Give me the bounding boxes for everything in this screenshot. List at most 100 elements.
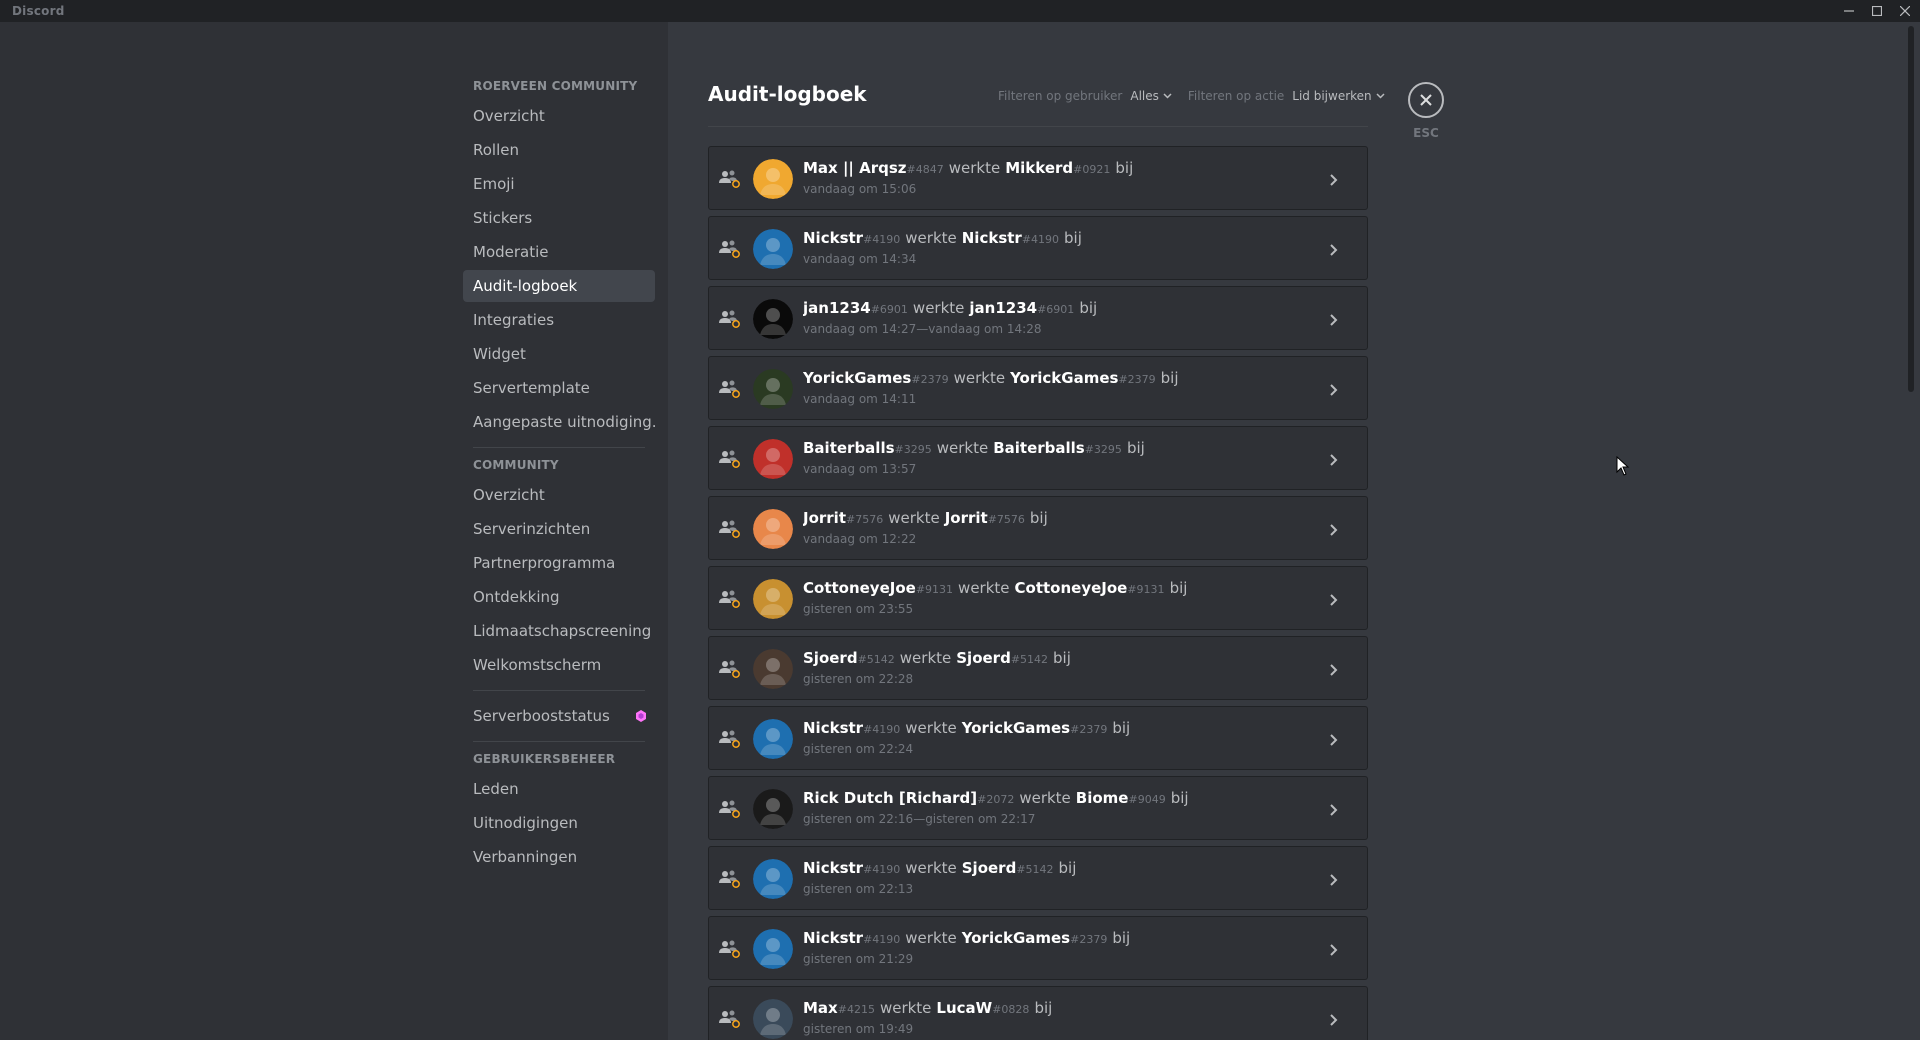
member-update-icon	[719, 590, 740, 608]
audit-log-entry[interactable]: Nickstr#4190 werkte Sjoerd#5142 bij gisteren…	[708, 846, 1368, 910]
target-name[interactable]: Mikkerd	[1005, 159, 1073, 177]
actor-name[interactable]: Nickstr	[803, 229, 863, 247]
sidebar-item-partnerprogramma[interactable]: Partnerprogramma	[463, 547, 655, 579]
avatar[interactable]	[753, 299, 793, 339]
target-name[interactable]: YorickGames	[962, 929, 1070, 947]
avatar[interactable]	[753, 579, 793, 619]
actor-name[interactable]: Max || Arqsz	[803, 159, 907, 177]
avatar[interactable]	[753, 719, 793, 759]
audit-log-entry[interactable]: jan1234#6901 werkte jan1234#6901 bij vandaag…	[708, 286, 1368, 350]
avatar[interactable]	[753, 859, 793, 899]
actor-name[interactable]: Nickstr	[803, 929, 863, 947]
chevron-right-icon[interactable]	[1329, 452, 1339, 466]
avatar[interactable]	[753, 999, 793, 1039]
sidebar-item-servertemplate[interactable]: Servertemplate	[463, 372, 655, 404]
chevron-right-icon[interactable]	[1329, 242, 1339, 256]
sidebar-item-verbanningen[interactable]: Verbanningen	[463, 841, 655, 873]
chevron-right-icon[interactable]	[1329, 592, 1339, 606]
action-suffix: bij	[1079, 299, 1098, 317]
avatar[interactable]	[753, 929, 793, 969]
action-suffix: bij	[1064, 229, 1082, 247]
audit-log-entry[interactable]: YorickGames#2379 werkte YorickGames#2379 bi…	[708, 356, 1368, 420]
audit-log-entry[interactable]: Sjoerd#5142 werkte Sjoerd#5142 bij gisteren …	[708, 636, 1368, 700]
avatar[interactable]	[753, 369, 793, 409]
sidebar-item-label: Rollen	[473, 141, 519, 159]
sidebar-item-integraties[interactable]: Integraties	[463, 304, 655, 336]
sidebar-item-widget[interactable]: Widget	[463, 338, 655, 370]
chevron-right-icon[interactable]	[1329, 1012, 1339, 1026]
filter-user-dropdown[interactable]: Alles	[1130, 89, 1172, 103]
target-name[interactable]: Nickstr	[962, 229, 1022, 247]
audit-log-entry[interactable]: Rick Dutch [Richard]#2072 werkte Biome#904…	[708, 776, 1368, 840]
close-settings[interactable]: ESC	[1408, 82, 1444, 140]
actor-name[interactable]: Sjoerd	[803, 649, 858, 667]
avatar[interactable]	[753, 649, 793, 689]
actor-name[interactable]: YorickGames	[803, 369, 911, 387]
sidebar-item-welkomstscherm[interactable]: Welkomstscherm	[463, 649, 655, 681]
chevron-right-icon[interactable]	[1329, 942, 1339, 956]
actor-name[interactable]: jan1234	[803, 299, 871, 317]
audit-log-entry[interactable]: Nickstr#4190 werkte YorickGames#2379 bij gis…	[708, 706, 1368, 770]
actor-name[interactable]: Baiterballs	[803, 439, 895, 457]
sidebar-item-rollen[interactable]: Rollen	[463, 134, 655, 166]
sidebar-item-ontdekking[interactable]: Ontdekking	[463, 581, 655, 613]
audit-log-entry[interactable]: Nickstr#4190 werkte Nickstr#4190 bij vandaag…	[708, 216, 1368, 280]
avatar[interactable]	[753, 789, 793, 829]
chevron-right-icon[interactable]	[1329, 522, 1339, 536]
scrollbar-thumb[interactable]	[1908, 26, 1914, 392]
avatar[interactable]	[753, 159, 793, 199]
audit-log-entry[interactable]: Nickstr#4190 werkte YorickGames#2379 bij gis…	[708, 916, 1368, 980]
sidebar-item-aangepaste-uitnodiging[interactable]: Aangepaste uitnodiging...	[463, 406, 655, 438]
sidebar-item-serverbooststatus[interactable]: Serverbooststatus	[463, 700, 655, 732]
sidebar-item-leden[interactable]: Leden	[463, 773, 655, 805]
minimize-icon[interactable]	[1835, 0, 1863, 22]
target-name[interactable]: YorickGames	[962, 719, 1070, 737]
sidebar-item-audit-logboek[interactable]: Audit-logboek	[463, 270, 655, 302]
sidebar-item-serverinzichten[interactable]: Serverinzichten	[463, 513, 655, 545]
actor-name[interactable]: Rick Dutch [Richard]	[803, 789, 977, 807]
sidebar-item-moderatie[interactable]: Moderatie	[463, 236, 655, 268]
sidebar-item-emoji[interactable]: Emoji	[463, 168, 655, 200]
actor-name[interactable]: Max	[803, 999, 838, 1017]
avatar[interactable]	[753, 229, 793, 269]
log-entry-timestamp: vandaag om 14:11	[803, 392, 917, 406]
actor-name[interactable]: Nickstr	[803, 859, 863, 877]
target-name[interactable]: Jorrit	[945, 509, 988, 527]
actor-name[interactable]: Jorrit	[803, 509, 846, 527]
actor-name[interactable]: CottoneyeJoe	[803, 579, 916, 597]
mouse-cursor-icon	[1616, 456, 1630, 476]
sidebar-item-stickers[interactable]: Stickers	[463, 202, 655, 234]
actor-name[interactable]: Nickstr	[803, 719, 863, 737]
audit-log-entry[interactable]: CottoneyeJoe#9131 werkte CottoneyeJoe#9131…	[708, 566, 1368, 630]
member-update-icon	[719, 170, 740, 188]
audit-log-entry[interactable]: Jorrit#7576 werkte Jorrit#7576 bij vandaag o…	[708, 496, 1368, 560]
chevron-right-icon[interactable]	[1329, 382, 1339, 396]
target-name[interactable]: YorickGames	[1010, 369, 1118, 387]
target-name[interactable]: CottoneyeJoe	[1015, 579, 1128, 597]
close-icon[interactable]	[1891, 0, 1919, 22]
target-name[interactable]: Sjoerd	[956, 649, 1011, 667]
sidebar-item-uitnodigingen[interactable]: Uitnodigingen	[463, 807, 655, 839]
avatar[interactable]	[753, 509, 793, 549]
chevron-right-icon[interactable]	[1329, 872, 1339, 886]
sidebar-item-lidmaatschapscreening[interactable]: Lidmaatschapscreening	[463, 615, 655, 647]
audit-log-entry[interactable]: Max#4215 werkte LucaW#0828 bij gisteren om 1…	[708, 986, 1368, 1040]
close-button[interactable]	[1408, 82, 1444, 118]
chevron-right-icon[interactable]	[1329, 732, 1339, 746]
audit-log-entry[interactable]: Max || Arqsz#4847 werkte Mikkerd#0921 bij va…	[708, 146, 1368, 210]
target-name[interactable]: jan1234	[969, 299, 1037, 317]
chevron-right-icon[interactable]	[1329, 662, 1339, 676]
audit-log-entry[interactable]: Baiterballs#3295 werkte Baiterballs#3295 bi…	[708, 426, 1368, 490]
target-name[interactable]: Baiterballs	[993, 439, 1085, 457]
chevron-right-icon[interactable]	[1329, 312, 1339, 326]
chevron-right-icon[interactable]	[1329, 172, 1339, 186]
target-name[interactable]: Biome	[1076, 789, 1129, 807]
filter-action-dropdown[interactable]: Lid bijwerken	[1292, 89, 1385, 103]
sidebar-item-overzicht[interactable]: Overzicht	[463, 100, 655, 132]
chevron-right-icon[interactable]	[1329, 802, 1339, 816]
maximize-icon[interactable]	[1863, 0, 1891, 22]
sidebar-item-community-overzicht[interactable]: Overzicht	[463, 479, 655, 511]
avatar[interactable]	[753, 439, 793, 479]
target-name[interactable]: LucaW	[936, 999, 992, 1017]
target-name[interactable]: Sjoerd	[962, 859, 1017, 877]
